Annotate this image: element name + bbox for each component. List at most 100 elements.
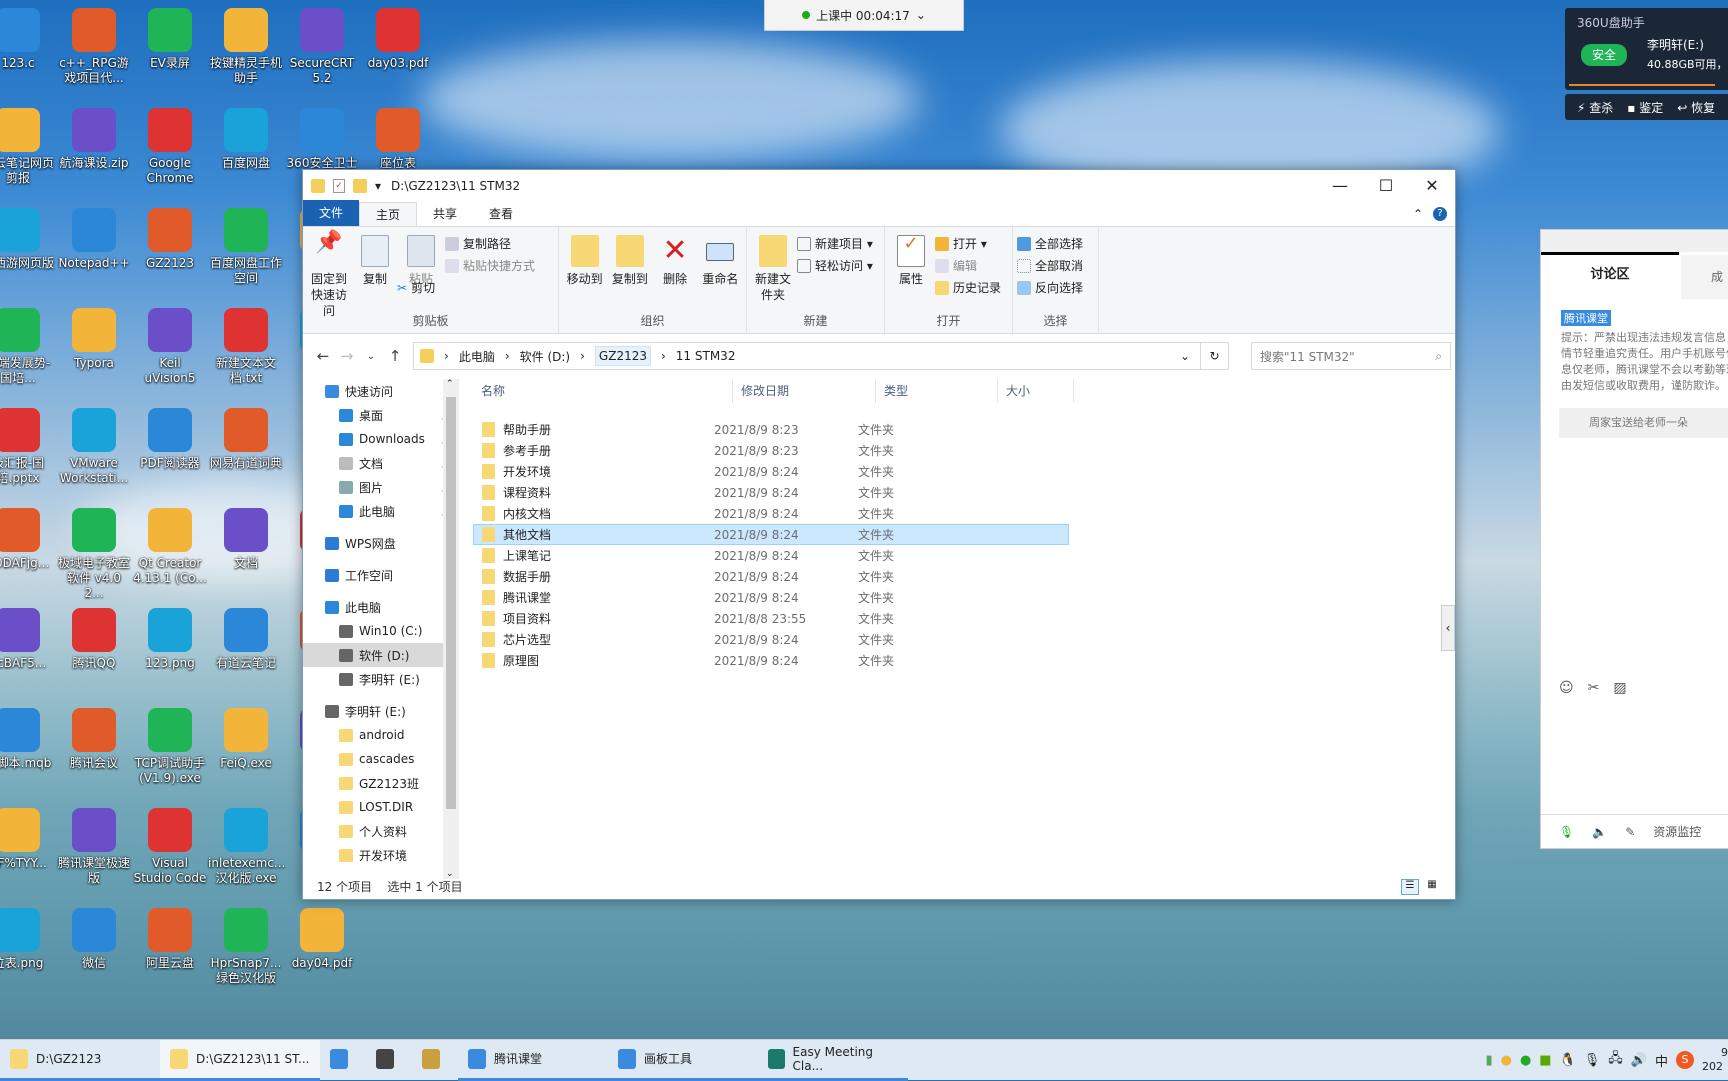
- taskbar-item[interactable]: [366, 1040, 412, 1081]
- tray-qq-icon[interactable]: 🐧: [1560, 1053, 1576, 1068]
- desktop-icon[interactable]: Visual Studio Code: [132, 808, 208, 886]
- desktop-icon[interactable]: TCP调试助手(V1.9).exe: [132, 708, 208, 786]
- desktop-icon[interactable]: 道云笔记网页剪报: [0, 108, 56, 186]
- desktop-icon[interactable]: 座位表: [360, 108, 436, 171]
- nav-item[interactable]: 此电脑: [303, 595, 459, 619]
- nav-item[interactable]: cascades: [303, 747, 459, 771]
- invert-selection-button[interactable]: 反向选择: [1017, 277, 1083, 299]
- breadcrumb-drive-d[interactable]: 软件 (D:): [520, 348, 570, 365]
- nav-item[interactable]: 桌面📌: [303, 403, 459, 427]
- expand-pane-button[interactable]: ‹: [1441, 605, 1455, 651]
- nav-item[interactable]: android: [303, 723, 459, 747]
- easy-access-button[interactable]: 轻松访问 ▾: [797, 255, 873, 277]
- file-row[interactable]: 课程资料 2021/8/9 8:24 文件夹: [473, 482, 1069, 503]
- nav-item[interactable]: 文档📌: [303, 451, 459, 475]
- identify-button[interactable]: ▪ 鉴定: [1627, 99, 1663, 116]
- tray-nvidia-icon[interactable]: ■: [1539, 1053, 1551, 1068]
- copy-path-button[interactable]: 复制路径: [445, 233, 535, 255]
- desktop-icon[interactable]: 位表.png: [0, 908, 56, 971]
- breadcrumb-current[interactable]: 11 STM32: [676, 349, 736, 363]
- pen-icon[interactable]: ✎: [1625, 825, 1635, 839]
- file-row[interactable]: 腾讯课堂 2021/8/9 8:24 文件夹: [473, 587, 1069, 608]
- desktop-icon[interactable]: RF%TYY...: [0, 808, 56, 871]
- desktop-icon[interactable]: 级汇报-国培.pptx: [0, 408, 56, 486]
- collapse-ribbon-icon[interactable]: ⌃: [1413, 202, 1423, 226]
- tab-discussion[interactable]: 讨论区: [1541, 255, 1679, 296]
- maximize-button[interactable]: ☐: [1363, 170, 1409, 201]
- nav-item[interactable]: 此电脑📌: [303, 499, 459, 523]
- desktop-icon[interactable]: 腾讯会议: [56, 708, 132, 771]
- desktop-icon[interactable]: HprSnap7...绿色汉化版: [208, 908, 284, 986]
- desktop-icon[interactable]: Keil uVision5: [132, 308, 208, 386]
- taskbar-item[interactable]: [412, 1040, 458, 1081]
- taskbar-item[interactable]: D:\GZ2123: [0, 1040, 160, 1081]
- breadcrumb-this-pc[interactable]: 此电脑: [459, 348, 495, 365]
- edit-button[interactable]: 编辑: [935, 255, 1001, 277]
- file-row[interactable]: 参考手册 2021/8/9 8:23 文件夹: [473, 440, 1069, 461]
- desktop-icon[interactable]: 试脚本.mqb: [0, 708, 56, 771]
- file-row[interactable]: 数据手册 2021/8/9 8:24 文件夹: [473, 566, 1069, 587]
- desktop-icon[interactable]: 腾讯课堂极速版: [56, 808, 132, 886]
- taskbar-item[interactable]: [320, 1040, 366, 1081]
- nav-item[interactable]: WPS网盘: [303, 531, 459, 555]
- file-row[interactable]: 项目资料 2021/8/8 23:55 文件夹: [473, 608, 1069, 629]
- nav-item[interactable]: GZ2123班: [303, 771, 459, 795]
- large-icons-view-button[interactable]: ▦: [1423, 879, 1441, 895]
- nav-item[interactable]: 李明轩 (E:): [303, 667, 459, 691]
- nav-item[interactable]: 软件 (D:): [303, 643, 459, 667]
- desktop-icon[interactable]: 360安全卫士: [284, 108, 360, 171]
- nav-item[interactable]: 个人资料: [303, 819, 459, 843]
- desktop-icon[interactable]: 123.c: [0, 8, 56, 71]
- nav-item[interactable]: 快速访问: [303, 379, 459, 403]
- desktop-icon[interactable]: YcBAF5...: [0, 608, 56, 671]
- address-bar[interactable]: › 此电脑 › 软件 (D:) › GZ2123 › 11 STM32 ⌄: [413, 342, 1201, 370]
- breadcrumb-gz2123[interactable]: GZ2123: [594, 346, 651, 366]
- select-all-button[interactable]: 全部选择: [1017, 233, 1083, 255]
- new-item-button[interactable]: 新建项目 ▾: [797, 233, 873, 255]
- file-row[interactable]: 上课笔记 2021/8/9 8:24 文件夹: [473, 545, 1069, 566]
- tray-app-icon[interactable]: ●: [1501, 1053, 1512, 1068]
- tray-network-icon[interactable]: 🖧: [1608, 1049, 1623, 1071]
- speaker-icon[interactable]: 🔈: [1592, 825, 1607, 839]
- desktop-icon[interactable]: 问西游网页版: [0, 208, 56, 271]
- desktop-icon[interactable]: c++_RPG游戏项目代...: [56, 8, 132, 86]
- desktop-icon[interactable]: EV录屏: [132, 8, 208, 71]
- up-button[interactable]: ↑: [383, 347, 407, 365]
- file-row[interactable]: 芯片选型 2021/8/9 8:24 文件夹: [473, 629, 1069, 650]
- desktop-icon[interactable]: SecureCRT 5.2: [284, 8, 360, 86]
- desktop-icon[interactable]: 123.png: [132, 608, 208, 671]
- column-name[interactable]: 名称: [473, 379, 733, 403]
- select-none-button[interactable]: 全部取消: [1017, 255, 1083, 277]
- clock[interactable]: 9 202: [1702, 1046, 1728, 1074]
- image-icon[interactable]: ▨: [1613, 680, 1626, 696]
- tray-360-icon[interactable]: ●: [1520, 1053, 1531, 1068]
- desktop-icon[interactable]: PDF阅读器: [132, 408, 208, 471]
- tab-other[interactable]: 成: [1681, 255, 1728, 299]
- refresh-button[interactable]: ↻: [1201, 342, 1229, 370]
- desktop-icon[interactable]: Google Chrome: [132, 108, 208, 186]
- file-row[interactable]: 原理图 2021/8/9 8:24 文件夹: [473, 650, 1069, 671]
- desktop-icon[interactable]: Qt Creator 4.13.1 (Co...: [132, 508, 208, 586]
- tab-view[interactable]: 查看: [473, 202, 529, 226]
- desktop-icon[interactable]: 有道云笔记: [208, 608, 284, 671]
- recent-locations-button[interactable]: ⌄: [359, 351, 383, 362]
- close-button[interactable]: ✕: [1409, 170, 1455, 201]
- ime-indicator[interactable]: 中: [1655, 1051, 1668, 1070]
- tab-share[interactable]: 共享: [417, 202, 473, 226]
- resource-monitor[interactable]: 资源监控: [1653, 823, 1701, 840]
- desktop-icon[interactable]: 终端发展势-国培...: [0, 308, 56, 386]
- minimize-button[interactable]: —: [1317, 170, 1363, 201]
- desktop-icon[interactable]: A0DAFjg...: [0, 508, 56, 571]
- forward-button[interactable]: →: [335, 347, 359, 365]
- restore-button[interactable]: ↩ 恢复: [1677, 99, 1715, 116]
- desktop-icon[interactable]: day04.pdf: [284, 908, 360, 971]
- search-input[interactable]: 搜索"11 STM32" ⌕: [1251, 342, 1451, 370]
- file-row[interactable]: 内核文档 2021/8/9 8:24 文件夹: [473, 503, 1069, 524]
- nav-scrollbar[interactable]: ⌃ ⌄: [443, 379, 459, 879]
- column-date[interactable]: 修改日期: [733, 379, 876, 403]
- desktop-icon[interactable]: 微信: [56, 908, 132, 971]
- scan-button[interactable]: ⚡ 查杀: [1577, 99, 1613, 116]
- taskbar-item[interactable]: D:\GZ2123\11 ST...: [160, 1039, 320, 1081]
- nav-item[interactable]: 李明轩 (E:): [303, 699, 459, 723]
- desktop-icon[interactable]: VMware Workstati...: [56, 408, 132, 486]
